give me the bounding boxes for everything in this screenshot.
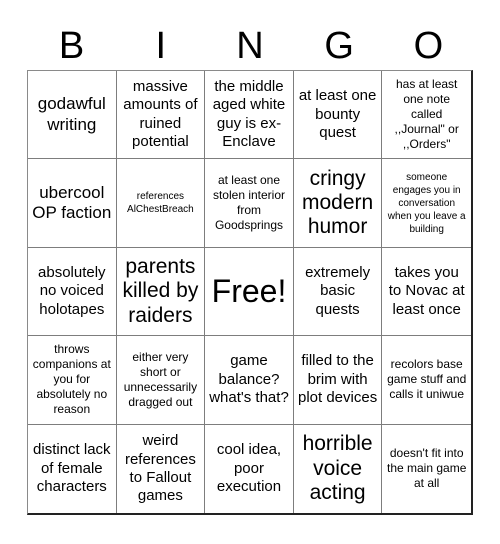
bingo-header-letter-n: N — [236, 25, 264, 67]
bingo-cell[interactable]: either very short or unnecessarily dragg… — [116, 336, 206, 425]
bingo-cell-label: either very short or unnecessarily dragg… — [123, 349, 198, 409]
bingo-cell-label: takes you to Novac at least once — [388, 264, 465, 318]
bingo-header-letter-i: I — [155, 25, 167, 67]
bingo-cell[interactable]: recolors base game stuff and calls it un… — [382, 336, 471, 425]
bingo-cell-label: cool idea, poor execution — [216, 441, 282, 495]
bingo-cell[interactable]: horrible voice acting — [293, 424, 383, 513]
bingo-cell[interactable]: ubercool OP faction — [28, 159, 117, 248]
bingo-cell-label: ubercool OP faction — [32, 182, 112, 223]
bingo-cell[interactable]: takes you to Novac at least once — [382, 247, 471, 337]
bingo-cell[interactable]: distinct lack of female characters — [28, 424, 117, 513]
bingo-cell[interactable]: game balance? what's that? — [205, 336, 294, 425]
bingo-cell-label: godawful writing — [37, 94, 106, 134]
bingo-cell-label: has at least one note called ,,Journal" … — [394, 77, 459, 152]
bingo-cell-label: game balance? what's that? — [209, 352, 289, 407]
bingo-cell[interactable]: at least one bounty quest — [293, 71, 383, 160]
bingo-header-letter-g: G — [324, 25, 354, 67]
bingo-cell[interactable]: has at least one note called ,,Journal" … — [382, 71, 471, 160]
bingo-cell-label: at least one stolen interior from Goodsp… — [212, 173, 286, 233]
bingo-cell-label: absolutely no voiced holotapes — [38, 264, 106, 318]
bingo-cell-label: parents killed by raiders — [122, 254, 199, 327]
bingo-cell-label: the middle aged white guy is ex-Enclave — [212, 78, 286, 150]
bingo-cell[interactable]: someone engages you in conversation when… — [382, 159, 471, 248]
bingo-header-letter-b: B — [58, 25, 85, 67]
bingo-cell-label: someone engages you in conversation when… — [387, 171, 466, 235]
bingo-cell-label: Free! — [211, 272, 287, 309]
bingo-cell[interactable]: absolutely no voiced holotapes — [28, 247, 117, 337]
bingo-cell-label: cringy modern humor — [301, 166, 374, 239]
bingo-cell[interactable]: extremely basic quests — [293, 247, 383, 337]
bingo-cell-label: doesn't fit into the main game at all — [386, 446, 467, 491]
bingo-cell[interactable]: doesn't fit into the main game at all — [382, 424, 471, 513]
bingo-cell[interactable]: massive amounts of ruined potential — [116, 71, 206, 160]
bingo-cell-label: recolors base game stuff and calls it un… — [387, 357, 467, 402]
bingo-cell[interactable]: throws companions at you for absolutely … — [28, 336, 117, 425]
bingo-cell-label: at least one bounty quest — [298, 87, 377, 141]
bingo-cell[interactable]: references AlChestBreach — [116, 159, 206, 248]
bingo-header-row: B I N G O — [27, 22, 473, 70]
bingo-cell[interactable]: cringy modern humor — [293, 159, 383, 248]
bingo-cell-label: horrible voice acting — [302, 432, 373, 504]
bingo-cell-label: throws companions at you for absolutely … — [32, 342, 111, 417]
bingo-cell-label: distinct lack of female characters — [33, 441, 111, 495]
bingo-cell[interactable]: cool idea, poor execution — [205, 424, 294, 513]
bingo-cell[interactable]: filled to the brim with plot devices — [293, 336, 383, 425]
bingo-cell-label: weird references to Fallout games — [124, 432, 196, 505]
bingo-cell[interactable]: godawful writing — [28, 71, 117, 160]
bingo-grid: godawful writing massive amounts of ruin… — [27, 70, 473, 515]
bingo-cell-label: massive amounts of ruined potential — [123, 78, 198, 150]
bingo-cell-label: references AlChestBreach — [127, 191, 194, 216]
bingo-cell-label: filled to the brim with plot devices — [297, 352, 378, 407]
bingo-card: B I N G O godawful writing massive amoun… — [0, 0, 500, 544]
bingo-cell[interactable]: weird references to Fallout games — [116, 424, 206, 513]
bingo-cell[interactable]: parents killed by raiders — [116, 247, 206, 337]
bingo-header-letter-o: O — [413, 25, 444, 67]
bingo-cell-label: extremely basic quests — [305, 264, 371, 318]
bingo-cell-free[interactable]: Free! — [205, 247, 294, 337]
bingo-cell[interactable]: the middle aged white guy is ex-Enclave — [205, 71, 294, 160]
bingo-cell[interactable]: at least one stolen interior from Goodsp… — [205, 159, 294, 248]
